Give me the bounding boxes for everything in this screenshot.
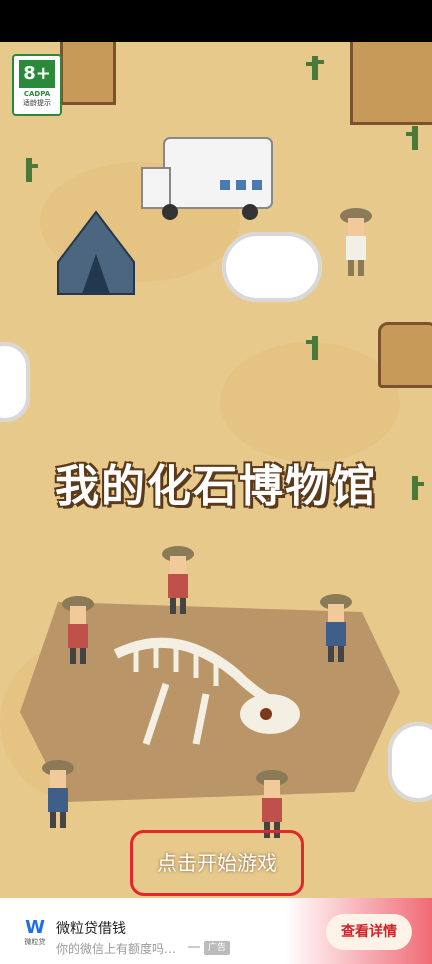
age-rating-org: CADPA: [23, 90, 51, 98]
camper-truck-icon: [141, 137, 273, 220]
ad-label-badge: 广告: [204, 941, 231, 955]
cloud: [0, 342, 30, 422]
ad-banner[interactable]: W 微粒贷 微粒贷借钱 你的微信上有额度吗… 广告 查看详情: [0, 898, 432, 964]
ad-logo-caption: 微粒贷: [24, 938, 46, 946]
cactus-icon: [26, 158, 38, 182]
ad-subtitle: 你的微信上有额度吗…: [56, 942, 177, 956]
explorer-character: [320, 594, 352, 662]
cloud: [388, 722, 432, 802]
explorer-character: [42, 760, 74, 828]
rock-pillar: [378, 322, 432, 388]
ad-details-button[interactable]: 查看详情: [326, 914, 412, 950]
cliff-rock: [60, 42, 116, 105]
start-game-button[interactable]: 点击开始游戏: [130, 830, 304, 896]
start-game-label: 点击开始游戏: [157, 851, 277, 875]
age-rating-tip: 适龄提示: [23, 99, 51, 107]
age-rating-badge: 8+ CADPA 适龄提示: [12, 54, 62, 116]
fossil-skeleton-icon: [113, 637, 300, 746]
ad-divider: [188, 946, 200, 948]
cliff-rock: [350, 42, 432, 125]
cloud: [222, 232, 322, 302]
tent-icon: [57, 210, 135, 295]
ad-card[interactable]: W 微粒贷 微粒贷借钱 你的微信上有额度吗… 广告: [6, 904, 280, 960]
explorer-character: [340, 208, 372, 276]
weilidai-logo-icon: W 微粒贷: [18, 918, 52, 952]
status-bar: [0, 0, 432, 42]
age-rating-number: 8+: [19, 60, 55, 88]
explorer-character: [62, 596, 94, 664]
cactus-icon: [406, 126, 418, 150]
game-title: 我的化石博物馆: [55, 461, 377, 512]
explorer-character: [162, 546, 194, 614]
cactus-icon: [306, 336, 318, 360]
ad-title: 微粒贷借钱: [56, 921, 126, 937]
cactus-icon: [306, 56, 324, 80]
